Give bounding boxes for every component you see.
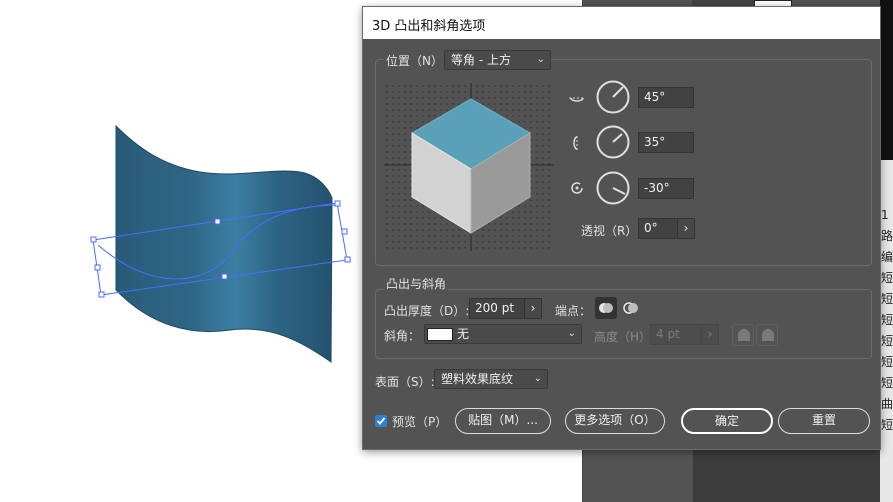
side-label: 曲: [881, 397, 893, 411]
side-label: 短: [881, 313, 893, 327]
bevel-in-icon: [756, 324, 778, 346]
extrude-depth-field[interactable]: 200 pt: [469, 298, 525, 319]
extrude-depth-label: 凸出厚度（D）:: [384, 304, 470, 318]
cap-label: 端点：: [555, 304, 592, 318]
z-rotation-field[interactable]: -30°: [638, 178, 694, 199]
side-label: 1: [881, 208, 889, 222]
side-label: 短: [881, 355, 893, 369]
perspective-field[interactable]: 0°: [638, 218, 678, 239]
position-label: 位置（N）:: [384, 52, 450, 69]
side-label: 短: [881, 334, 893, 348]
bevel-height-slider-button: ›: [701, 324, 719, 345]
dialog-titlebar[interactable]: 3D 凸出和斜角选项: [363, 7, 880, 39]
extrude-depth-slider-button[interactable]: ›: [524, 298, 542, 319]
position-preset-select[interactable]: 等角 - 上方 ⌄: [444, 50, 551, 70]
ok-button[interactable]: 确定: [681, 408, 773, 434]
cap-on-icon[interactable]: [595, 297, 617, 319]
bevel-preview-swatch: [427, 328, 453, 341]
perspective-label: 透视（R）:: [581, 224, 642, 238]
chevron-down-icon: ⌄: [567, 328, 576, 339]
chevron-down-icon: ⌄: [533, 373, 542, 384]
y-rotation-field[interactable]: 35°: [638, 132, 694, 153]
side-label: 编: [881, 250, 893, 264]
y-rotation-dial[interactable]: [596, 125, 630, 159]
x-axis-rotation-icon: [568, 89, 586, 107]
bevel-label: 斜角：: [384, 329, 421, 343]
x-rotation-field[interactable]: 45°: [638, 87, 694, 108]
side-label: 短: [881, 376, 893, 390]
z-rotation-dial[interactable]: [596, 171, 630, 205]
bevel-height-field: 4 pt: [650, 324, 702, 345]
reset-button[interactable]: 重置: [778, 408, 870, 434]
surface-select[interactable]: 塑料效果底纹 ⌄: [434, 369, 548, 389]
perspective-slider-button[interactable]: ›: [677, 218, 695, 239]
3d-extrude-bevel-dialog: 3D 凸出和斜角选项 位置（N）: 等角 - 上方 ⌄ 45° 35° -30°: [362, 6, 881, 450]
side-label: 短: [881, 418, 893, 432]
z-axis-rotation-icon: [568, 179, 586, 197]
bevel-select[interactable]: 无 ⌄: [424, 324, 582, 344]
chevron-down-icon: ⌄: [536, 54, 545, 65]
dialog-title: 3D 凸出和斜角选项: [372, 19, 486, 34]
side-label: 短: [881, 271, 893, 285]
map-button[interactable]: 贴图（M）...: [455, 408, 551, 434]
rotation-cube[interactable]: [384, 83, 554, 251]
cap-off-icon[interactable]: [620, 297, 642, 319]
rotation-preview-area[interactable]: [384, 83, 554, 251]
side-label: 短: [881, 292, 893, 306]
extruded-3d-shape[interactable]: [115, 124, 333, 363]
side-label: 路: [881, 229, 893, 243]
bevel-out-icon: [732, 324, 754, 346]
bevel-height-label: 高度（H）:: [594, 330, 656, 344]
extrude-bevel-label: 凸出与斜角: [384, 275, 449, 292]
x-rotation-dial[interactable]: [596, 80, 630, 114]
black-swatch: [880, 0, 893, 160]
preview-label[interactable]: 预览（P）: [392, 413, 447, 430]
y-axis-rotation-icon: [568, 135, 586, 153]
more-options-button[interactable]: 更多选项（O）: [565, 408, 665, 434]
surface-label: 表面（S）:: [375, 375, 435, 389]
preview-checkbox[interactable]: [375, 415, 387, 427]
